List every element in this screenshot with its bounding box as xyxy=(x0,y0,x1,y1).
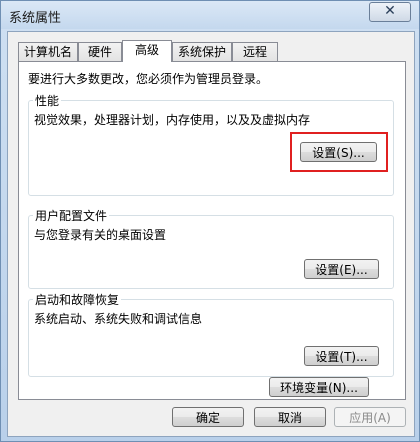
tab-system-protection[interactable]: 系统保护 xyxy=(172,42,232,61)
startup-recovery-title: 启动和故障恢复 xyxy=(33,291,122,308)
tab-hardware[interactable]: 硬件 xyxy=(78,42,122,61)
startup-recovery-settings-button[interactable]: 设置(T)... xyxy=(304,346,379,366)
tab-advanced[interactable]: 高级 xyxy=(122,40,172,62)
performance-group: 性能 视觉效果，处理器计划，内存使用，以及及虚拟内存 设置(S)... xyxy=(28,92,394,196)
startup-recovery-group: 启动和故障恢复 系统启动、系统失败和调试信息 设置(T)... xyxy=(28,291,394,377)
apply-button[interactable]: 应用(A) xyxy=(334,407,406,427)
system-properties-window: 系统属性 ✕ 计算机名 硬件 高级 系统保护 远程 要进行大多数更改，您必须作为… xyxy=(0,0,420,442)
user-profile-group: 用户配置文件 与您登录有关的桌面设置 设置(E)... xyxy=(28,207,394,289)
admin-note: 要进行大多数更改，您必须作为管理员登录。 xyxy=(28,72,269,86)
startup-recovery-description: 系统启动、系统失败和调试信息 xyxy=(34,312,203,326)
tab-remote[interactable]: 远程 xyxy=(232,42,278,61)
cancel-button[interactable]: 取消 xyxy=(254,407,326,427)
user-profile-settings-button[interactable]: 设置(E)... xyxy=(304,259,379,279)
title-bar[interactable]: 系统属性 ✕ xyxy=(1,1,419,29)
window-title: 系统属性 xyxy=(9,11,62,26)
performance-description: 视觉效果，处理器计划，内存使用，以及及虚拟内存 xyxy=(34,113,311,127)
advanced-tab-panel: 要进行大多数更改，您必须作为管理员登录。 性能 视觉效果，处理器计划，内存使用，… xyxy=(18,61,406,400)
tab-computer-name[interactable]: 计算机名 xyxy=(18,42,78,61)
environment-variables-button[interactable]: 环境变量(N)... xyxy=(269,377,369,397)
performance-title: 性能 xyxy=(33,92,62,109)
user-profile-description: 与您登录有关的桌面设置 xyxy=(34,228,167,242)
dialog-client-area: 计算机名 硬件 高级 系统保护 远程 要进行大多数更改，您必须作为管理员登录。 … xyxy=(7,31,415,437)
ok-button[interactable]: 确定 xyxy=(172,407,244,427)
close-button[interactable]: ✕ xyxy=(369,2,411,22)
highlight-box xyxy=(290,132,388,172)
user-profile-title: 用户配置文件 xyxy=(33,207,110,224)
